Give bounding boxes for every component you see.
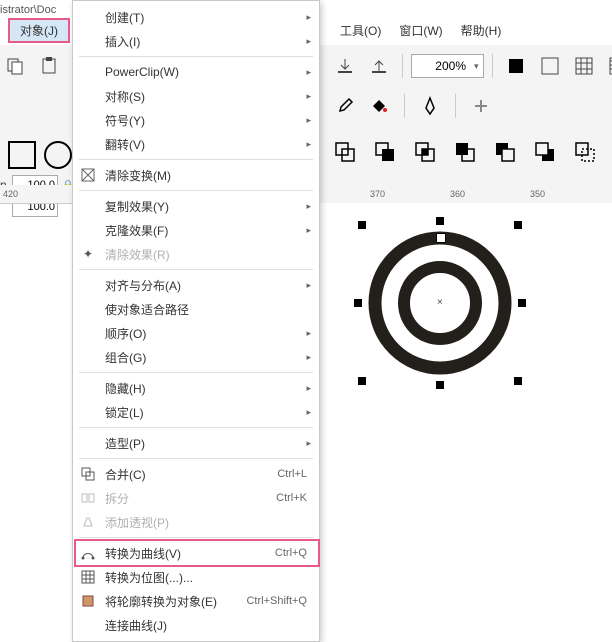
sel-handle-bl[interactable] [358, 377, 366, 385]
menu-copy-effect[interactable]: 复制效果(Y)▸ [73, 194, 319, 218]
shaping-trim[interactable] [370, 137, 400, 167]
sel-handle-tl[interactable] [358, 221, 366, 229]
menu-help[interactable]: 帮助(H) [461, 22, 502, 39]
tool-pen[interactable] [415, 91, 445, 121]
tool-eyedropper[interactable] [330, 91, 360, 121]
menu-to-bitmap[interactable]: 转换为位图(...)... [73, 565, 319, 589]
sel-handle-tr[interactable] [514, 221, 522, 229]
outline-to-object-icon [79, 592, 97, 610]
sel-handle-t[interactable] [436, 217, 444, 225]
shaping-back-minus[interactable] [530, 137, 560, 167]
menubar-right: 工具(O) 窗口(W) 帮助(H) [340, 22, 501, 39]
menu-symmetry[interactable]: 对称(S)▸ [73, 84, 319, 108]
tool-export[interactable] [364, 51, 394, 81]
menu-tools[interactable]: 工具(O) [340, 22, 381, 39]
shaping-front-minus[interactable] [490, 137, 520, 167]
menu-symbol[interactable]: 符号(Y)▸ [73, 108, 319, 132]
menu-clear-effect: ✦清除效果(R) [73, 242, 319, 266]
menu-merge[interactable]: 合并(C)Ctrl+L [73, 462, 319, 486]
menu-powerclip[interactable]: PowerClip(W)▸ [73, 60, 319, 84]
menu-split: 拆分Ctrl+K [73, 486, 319, 510]
shaping-intersect[interactable] [410, 137, 440, 167]
shape-tools [8, 141, 72, 169]
menu-create[interactable]: 创建(T)▸ [73, 5, 319, 29]
menu-clear-transform[interactable]: 清除变换(M) [73, 163, 319, 187]
to-curve-icon [79, 544, 97, 562]
menu-group[interactable]: 组合(G)▸ [73, 345, 319, 369]
clear-transform-icon [79, 166, 97, 184]
menu-lock[interactable]: 锁定(L)▸ [73, 400, 319, 424]
canvas[interactable]: × [320, 203, 612, 583]
menu-object-trigger[interactable]: 对象(J) [8, 18, 70, 43]
tool-grid-b[interactable] [603, 51, 612, 81]
tool-view-grid[interactable] [535, 51, 565, 81]
tool-paste[interactable] [34, 51, 64, 81]
tool-copy[interactable] [0, 51, 30, 81]
menu-hide[interactable]: 隐藏(H)▸ [73, 376, 319, 400]
sel-handle-b[interactable] [436, 381, 444, 389]
menu-clone-effect[interactable]: 克隆效果(F)▸ [73, 218, 319, 242]
menu-order[interactable]: 顺序(O)▸ [73, 321, 319, 345]
ellipse-tool[interactable] [44, 141, 72, 169]
split-icon [79, 489, 97, 507]
sparkle-icon: ✦ [79, 245, 97, 263]
selection-center-icon: × [437, 297, 443, 308]
menu-fit-path[interactable]: 使对象适合路径 [73, 297, 319, 321]
menu-to-curve[interactable]: 转换为曲线(V)Ctrl+Q [73, 541, 319, 565]
merge-icon [79, 465, 97, 483]
to-bitmap-icon [79, 568, 97, 586]
menu-align[interactable]: 对齐与分布(A)▸ [73, 273, 319, 297]
menu-add-perspective: 添加透视(P) [73, 510, 319, 534]
zoom-input[interactable]: ▾ [411, 54, 484, 78]
tool-grid-a[interactable] [569, 51, 599, 81]
menu-outline-to-object[interactable]: 将轮廓转换为对象(E)Ctrl+Shift+Q [73, 589, 319, 613]
perspective-icon [79, 513, 97, 531]
menu-flip[interactable]: 翻转(V)▸ [73, 132, 319, 156]
tool-import[interactable] [330, 51, 360, 81]
menu-shaping[interactable]: 造型(P)▸ [73, 431, 319, 455]
tool-fill[interactable] [501, 51, 531, 81]
sel-handle-r[interactable] [518, 299, 526, 307]
rect-tool[interactable] [8, 141, 36, 169]
sel-handle-l[interactable] [354, 299, 362, 307]
sel-node-top[interactable] [436, 233, 446, 243]
menu-join-curves[interactable]: 连接曲线(J) [73, 613, 319, 637]
title-bar-path: istrator\Doc [0, 4, 56, 16]
tool-add[interactable] [466, 91, 496, 121]
menu-window[interactable]: 窗口(W) [399, 22, 442, 39]
shaping-simplify[interactable] [450, 137, 480, 167]
sel-handle-br[interactable] [514, 377, 522, 385]
object-menu-dropdown: 创建(T)▸ 插入(I)▸ PowerClip(W)▸ 对称(S)▸ 符号(Y)… [72, 0, 320, 642]
shaping-boundary[interactable] [570, 137, 600, 167]
menu-insert[interactable]: 插入(I)▸ [73, 29, 319, 53]
tool-bucket[interactable] [364, 91, 394, 121]
shaping-weld[interactable] [330, 137, 360, 167]
